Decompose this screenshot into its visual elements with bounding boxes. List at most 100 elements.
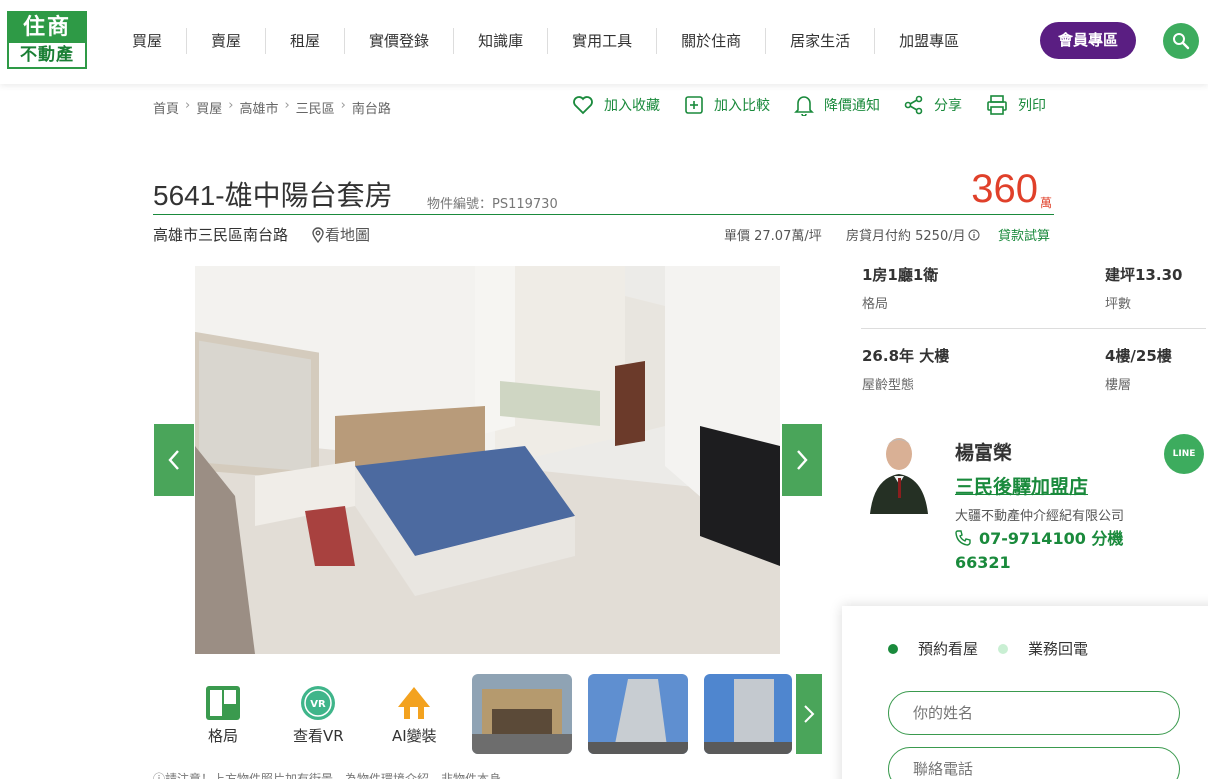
ai-house-icon: [398, 687, 431, 719]
bell-icon: [794, 96, 814, 116]
tab-appointment[interactable]: 預約看屋: [888, 638, 978, 659]
info-icon[interactable]: [968, 229, 980, 241]
photo-thumbnail[interactable]: [704, 674, 792, 754]
nav-item-price-registry[interactable]: 實價登錄: [345, 28, 455, 54]
photo-disclaimer: ⓘ請注意！上方物件照片加有街景，為物件環境介紹，非物件本身: [153, 772, 502, 779]
item-number: 物件編號：PS119730: [427, 197, 558, 212]
photo-thumbnail[interactable]: [588, 674, 688, 754]
search-icon: [1173, 33, 1190, 50]
logo-top-text: 住商: [9, 13, 85, 43]
map-pin-icon: [312, 226, 324, 243]
spec-divider: [861, 328, 1206, 329]
member-area-button[interactable]: 會員專區: [1040, 22, 1136, 59]
photo-prev-button[interactable]: [154, 424, 194, 496]
loan-calculator-link[interactable]: 貸款試算: [998, 225, 1050, 244]
share-icon: [904, 95, 923, 115]
site-logo[interactable]: 住商 不動產: [7, 11, 87, 69]
spec-layout-value: 1房1廳1衛: [862, 266, 939, 284]
agent-avatar: [866, 432, 932, 514]
nav-item-knowledge[interactable]: 知識庫: [454, 28, 549, 54]
photo-thumbnail[interactable]: [472, 674, 572, 754]
vr-icon: VR: [301, 686, 336, 720]
site-header: 住商 不動產 買屋 賣屋 租屋 實價登錄 知識庫 實用工具 關於住商 居家生活 …: [0, 0, 1208, 84]
view-map-label: 看地圖: [325, 226, 371, 244]
view-map-link[interactable]: 看地圖: [311, 224, 370, 245]
compare-label: 加入比較: [714, 98, 770, 114]
ai-decor-label: AI變裝: [392, 727, 437, 745]
vr-badge-text: VR: [311, 699, 327, 710]
nav-item-tools[interactable]: 實用工具: [548, 28, 658, 54]
share-button[interactable]: 分享: [904, 94, 962, 116]
listing-title: 5641-雄中陽台套房: [153, 180, 393, 211]
logo-bottom-text: 不動產: [20, 45, 74, 65]
price-unit: 萬: [1040, 196, 1053, 210]
thumbnail-next-button[interactable]: [796, 674, 822, 754]
loan-monthly-text: 房貸月付約 5250/月: [846, 229, 966, 244]
loan-monthly: 房貸月付約 5250/月: [846, 225, 980, 244]
breadcrumb-city[interactable]: 高雄市: [239, 98, 278, 117]
agent-store-link[interactable]: 三民後驛加盟店: [955, 472, 1088, 499]
price-alert-label: 降價通知: [824, 98, 880, 114]
vr-label: 查看VR: [293, 727, 344, 745]
radio-dot-unselected: [998, 643, 1008, 654]
compare-button[interactable]: 加入比較: [684, 94, 770, 116]
favorite-label: 加入收藏: [604, 98, 660, 114]
tab-callback-label: 業務回電: [1028, 640, 1089, 658]
photo-next-button[interactable]: [782, 424, 822, 496]
listing-actions: 加入收藏 加入比較 降價通知 分享 列印: [572, 94, 1070, 116]
printer-icon: [987, 95, 1007, 115]
nav-item-franchise[interactable]: 加盟專區: [875, 28, 983, 54]
chevron-left-icon: [168, 450, 179, 470]
breadcrumb-buy[interactable]: 買屋: [196, 98, 222, 117]
floorplan-label: 格局: [207, 727, 238, 745]
print-button[interactable]: 列印: [986, 94, 1046, 116]
agent-phone[interactable]: 07-9714100 分機 66321: [955, 527, 1145, 575]
room-photo-illustration: [195, 266, 780, 654]
spec-floor-value: 4樓/25樓: [1105, 347, 1172, 365]
line-button[interactable]: LINE: [1164, 434, 1204, 474]
breadcrumb-road[interactable]: 南台路: [352, 98, 391, 117]
vr-button[interactable]: VR 查看VR: [293, 685, 344, 746]
tab-appointment-label: 預約看屋: [918, 640, 979, 658]
phone-input[interactable]: [888, 747, 1180, 779]
search-button[interactable]: [1163, 23, 1199, 59]
heart-icon: [573, 96, 593, 115]
spec-area-value: 建坪13.30: [1105, 266, 1183, 284]
price-alert-button[interactable]: 降價通知: [794, 94, 880, 116]
spec-age-value: 26.8年 大樓: [862, 347, 950, 365]
nav-item-buy[interactable]: 買屋: [108, 28, 188, 54]
breadcrumb-home[interactable]: 首頁: [153, 98, 179, 117]
breadcrumb: 首頁 › 買屋 › 高雄市 › 三民區 › 南台路: [153, 98, 391, 117]
ai-decor-button[interactable]: AI變裝: [392, 685, 437, 746]
title-divider: [153, 214, 1054, 215]
share-label: 分享: [934, 98, 962, 114]
agent-company: 大疆不動產仲介經紀有限公司: [955, 509, 1125, 524]
unit-price: 單價 27.07萬/坪: [724, 229, 822, 244]
nav-item-rent[interactable]: 租屋: [266, 28, 346, 54]
agent-name: 楊富榮: [955, 442, 1013, 464]
breadcrumb-district[interactable]: 三民區: [296, 98, 335, 117]
print-label: 列印: [1018, 98, 1046, 114]
tab-callback[interactable]: 業務回電: [998, 638, 1088, 659]
nav-item-about[interactable]: 關於住商: [657, 28, 767, 54]
spec-area-label: 坪數: [1105, 297, 1132, 312]
plus-square-icon: [685, 96, 703, 114]
listing-price: 360: [971, 167, 1038, 211]
chevron-right-icon: [804, 705, 815, 723]
radio-dot-selected: [888, 643, 898, 654]
nav-item-sell[interactable]: 賣屋: [187, 28, 267, 54]
phone-icon: [955, 530, 971, 546]
spec-age-label: 屋齡型態: [862, 378, 915, 393]
main-nav: 買屋 賣屋 租屋 實價登錄 知識庫 實用工具 關於住商 居家生活 加盟專區: [108, 28, 983, 54]
spec-layout-label: 格局: [862, 297, 889, 312]
agent-phone-text: 07-9714100 分機 66321: [955, 529, 1124, 572]
chevron-right-icon: [797, 450, 808, 470]
nav-item-home-life[interactable]: 居家生活: [766, 28, 876, 54]
favorite-button[interactable]: 加入收藏: [572, 94, 660, 116]
listing-address: 高雄市三民區南台路: [153, 226, 289, 244]
listing-main-photo[interactable]: [195, 266, 780, 654]
spec-floor-label: 樓層: [1105, 378, 1132, 393]
floorplan-icon: [206, 686, 240, 720]
floorplan-button[interactable]: 格局: [205, 685, 241, 746]
name-input[interactable]: [888, 691, 1180, 735]
